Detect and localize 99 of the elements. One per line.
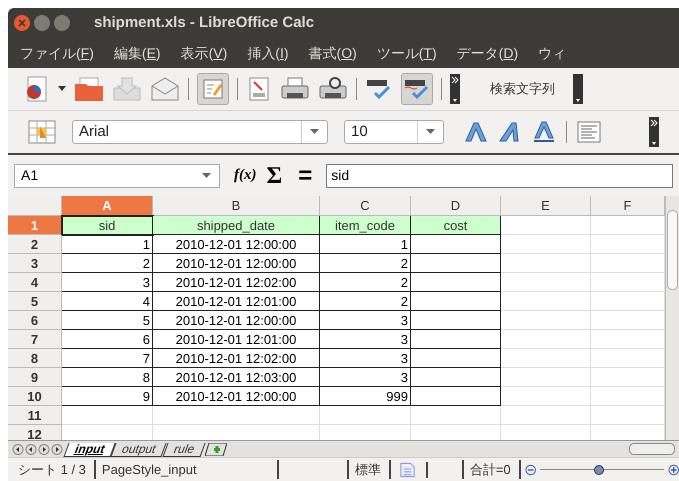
edit-mode-button[interactable] [197,73,229,105]
row-header[interactable]: 12 [8,425,62,440]
row-header[interactable]: 5 [8,292,62,311]
minimize-button[interactable] [34,15,50,31]
column-header[interactable]: D [411,196,501,216]
align-left-icon[interactable] [577,121,601,143]
column-header[interactable]: C [320,196,411,216]
row-header[interactable]: 8 [8,349,62,368]
name-box[interactable]: A1 [14,164,220,188]
close-icon[interactable] [18,19,26,27]
zoom-out-icon[interactable] [524,464,536,476]
add-sheet-icon[interactable] [204,442,227,456]
zoom-slider-thumb[interactable] [594,464,604,474]
row-header[interactable]: 4 [8,273,62,292]
font-name-field[interactable]: Arial [72,120,328,144]
menu-item[interactable]: 挿入(I) [247,42,289,64]
document-icon [398,462,416,478]
zoom-in-icon[interactable] [668,464,679,476]
table-cell: 2010-12-01 12:00:00 [153,235,320,254]
formula-button[interactable]: = [298,164,312,188]
bold-icon[interactable] [464,122,488,142]
table-cell: 1 [62,235,153,254]
table-cell: item_code [320,216,411,235]
insert-mode: 標準 [346,460,391,480]
table-cell: 3 [320,349,411,368]
table-cell: 2010-12-01 12:00:00 [153,387,320,406]
menu-item[interactable]: データ(D) [456,42,518,64]
maximize-button[interactable] [54,15,70,31]
table-cell: 2 [320,254,411,273]
table-cell: 3 [320,311,411,330]
row-header[interactable]: 6 [8,311,62,330]
menu-item[interactable]: 編集(E) [114,42,161,64]
vertical-scrollbar[interactable] [665,196,679,440]
dropdown-arrow-icon[interactable] [310,129,319,135]
formula-input[interactable]: sid [326,164,673,188]
table-cell: 2010-12-01 12:01:00 [153,292,320,311]
sheet-tab[interactable]: input [63,443,116,457]
sum-button[interactable]: Σ [266,164,282,188]
column-header[interactable]: F [591,196,665,216]
table-cell: 2 [320,292,411,311]
dropdown-arrow-icon[interactable] [58,86,66,92]
sheet-indicator: シート 1 / 3 [8,460,96,480]
table-cell: cost [411,216,501,235]
table-cell: 3 [62,273,153,292]
spellcheck-icon[interactable] [365,77,393,101]
table-cell: sid [62,216,153,235]
sum-readout: 合計=0 [462,460,521,480]
table-cell: 9 [62,387,153,406]
table-select-icon[interactable] [28,120,56,144]
row-header[interactable]: 10 [8,387,62,406]
menu-item[interactable]: ファイル(F) [20,42,94,64]
search-label: 検索文字列 [490,80,555,98]
edit-pencil-icon[interactable] [202,78,224,100]
column-header[interactable]: E [501,196,591,216]
table-cell: 2010-12-01 12:00:00 [153,254,320,273]
horizontal-scrollbar[interactable] [629,443,675,455]
function-wizard-button[interactable]: f(x) [234,164,256,187]
table-cell: 6 [62,330,153,349]
menu-item[interactable]: 表示(V) [180,42,228,64]
underline-icon[interactable] [532,121,556,143]
row-header[interactable]: 11 [8,406,62,425]
table-cell: 999 [320,387,411,406]
table-cell: 7 [62,349,153,368]
table-cell: shipped_date [153,216,320,235]
table-cell: 2010-12-01 12:01:00 [153,330,320,349]
table-cell: 2010-12-01 12:02:00 [153,273,320,292]
row-header[interactable]: 2 [8,235,62,254]
table-cell: 2 [62,254,153,273]
table-cell: 5 [62,311,153,330]
sheet-navigation-icon[interactable] [12,444,64,454]
table-cell: 1 [320,235,411,254]
toolbar-overflow-icon[interactable] [649,117,659,147]
table-cell: 2010-12-01 12:00:00 [153,311,320,330]
row-header[interactable]: 3 [8,254,62,273]
envelope-icon[interactable] [150,76,180,102]
folder-icon[interactable] [74,76,104,102]
menu-item[interactable]: ウィ [538,42,566,64]
menu-item[interactable]: ツール(T) [376,42,437,64]
sheet-tab[interactable]: output [110,443,168,457]
menu-item[interactable]: 書式(O) [308,42,357,64]
dropdown-arrow-icon[interactable] [426,129,435,135]
zoom-slider[interactable] [540,464,664,476]
row-header[interactable]: 7 [8,330,62,349]
table-cell: 2010-12-01 12:03:00 [153,368,320,387]
column-header[interactable]: B [153,196,320,216]
table-cell: 8 [62,368,153,387]
row-header[interactable]: 9 [8,368,62,387]
table-cell: 3 [320,330,411,349]
table-cell: 4 [62,292,153,311]
corner-cell[interactable] [8,196,62,216]
window-title: shipment.xls - LibreOffice Calc [94,12,314,33]
font-size-field[interactable]: 10 [344,120,444,144]
table-cell: 2 [320,273,411,292]
toolbar-overflow-icon[interactable] [450,74,460,104]
table-cell: 2010-12-01 12:02:00 [153,349,320,368]
dropdown-arrow-icon[interactable] [202,172,211,178]
page-style: PageStyle_input [96,460,279,480]
table-cell: 3 [320,368,411,387]
close-button[interactable] [14,15,30,31]
